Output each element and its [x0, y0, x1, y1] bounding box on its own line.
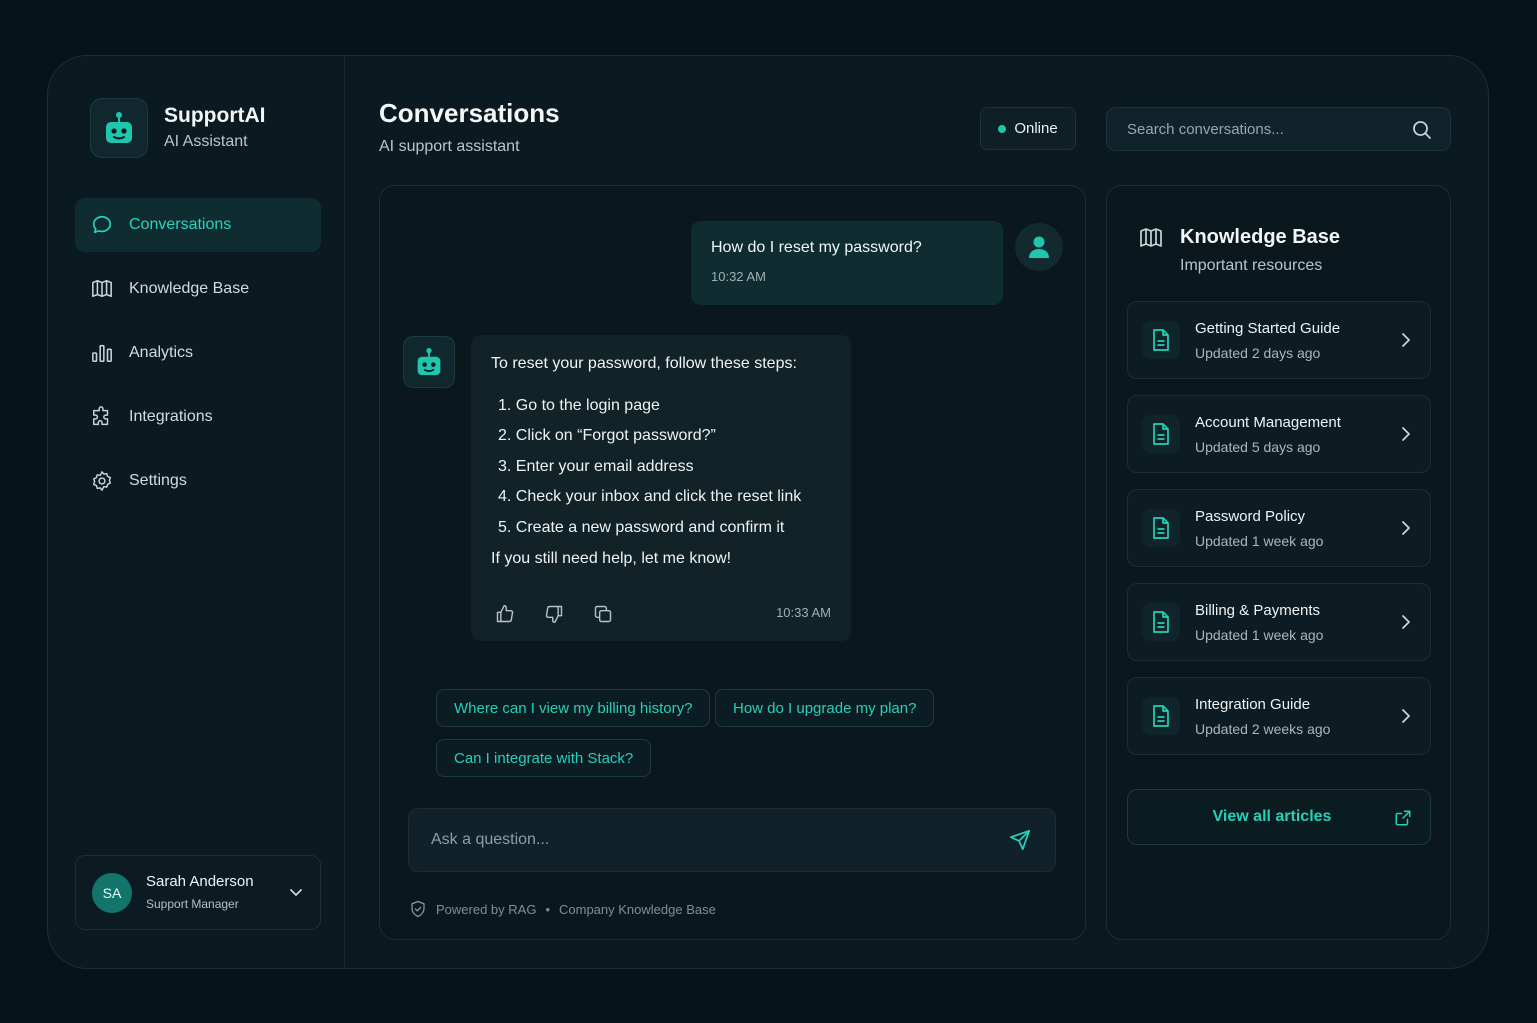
- sidebar-item-conversations[interactable]: Conversations: [75, 198, 321, 252]
- bar-chart-icon: [91, 342, 113, 364]
- source-text: Company Knowledge Base: [559, 901, 716, 917]
- kb-article-name: Integration Guide: [1195, 696, 1311, 713]
- suggestion-chip[interactable]: How do I upgrade my plan?: [715, 689, 935, 727]
- user-avatar-icon: [1015, 223, 1063, 271]
- document-icon: [1142, 415, 1180, 453]
- kb-subtitle: Important resources: [1180, 257, 1323, 274]
- kb-article-updated: Updated 1 week ago: [1195, 627, 1324, 643]
- step-item: 5. Create a new password and confirm it: [498, 518, 785, 536]
- steps-list: 1. Go to the login page 2. Click on “For…: [491, 396, 831, 538]
- user-name: Sarah Anderson: [146, 873, 254, 890]
- sidebar-item-label: Settings: [129, 472, 187, 489]
- page-subtitle: AI support assistant: [379, 138, 520, 155]
- search-input[interactable]: [1107, 108, 1450, 150]
- sidebar-item-integrations[interactable]: Integrations: [75, 390, 321, 444]
- document-icon: [1142, 321, 1180, 359]
- message-actions: [494, 603, 641, 625]
- powered-by-note: Powered by RAG • Company Knowledge Base: [409, 900, 716, 918]
- kb-article-item[interactable]: Password Policy Updated 1 week ago: [1127, 489, 1431, 567]
- brand-name: SupportAI: [164, 104, 266, 127]
- kb-article-name: Account Management: [1195, 414, 1341, 431]
- thumbs-down-icon[interactable]: [543, 603, 565, 625]
- brand-subtitle: AI Assistant: [164, 133, 248, 150]
- sidebar-item-settings[interactable]: Settings: [75, 454, 321, 508]
- suggestion-chip[interactable]: Where can I view my billing history?: [436, 689, 711, 727]
- kb-article-updated: Updated 1 week ago: [1195, 533, 1324, 549]
- user-profile-card[interactable]: SA Sarah Anderson Support Manager: [75, 855, 321, 930]
- kb-article-name: Billing & Payments: [1195, 602, 1321, 619]
- kb-article-item[interactable]: Integration Guide Updated 2 weeks ago: [1127, 677, 1431, 755]
- status-label: Online: [1014, 120, 1058, 137]
- document-icon: [1142, 603, 1180, 641]
- sidebar-item-label: Conversations: [129, 216, 232, 233]
- chevron-right-icon: [1398, 708, 1412, 729]
- user-message-time: 10:32 AM: [711, 269, 766, 284]
- app-window: SupportAI AI Assistant Conversations Kno…: [47, 55, 1489, 969]
- external-link-icon: [1394, 809, 1412, 832]
- bot-message-outro: If you still need help, let me know!: [491, 549, 732, 567]
- kb-article-item[interactable]: Billing & Payments Updated 1 week ago: [1127, 583, 1431, 661]
- book-icon: [1139, 226, 1163, 255]
- powered-by-text: Powered by RAG: [436, 901, 537, 917]
- document-icon: [1142, 509, 1180, 547]
- sidebar: SupportAI AI Assistant Conversations Kno…: [48, 56, 345, 968]
- puzzle-icon: [91, 406, 113, 428]
- chevron-right-icon: [1398, 520, 1412, 541]
- kb-article-updated: Updated 5 days ago: [1195, 439, 1321, 455]
- kb-article-updated: Updated 2 weeks ago: [1195, 721, 1331, 737]
- thumbs-up-icon[interactable]: [494, 603, 516, 625]
- shield-icon: [409, 900, 427, 918]
- ask-box: [408, 808, 1056, 872]
- chat-panel: How do I reset my password? 10:32 AM To …: [379, 185, 1086, 940]
- user-message: How do I reset my password? 10:32 AM: [691, 221, 1003, 305]
- bot-avatar-icon: [403, 336, 455, 388]
- document-icon: [1142, 697, 1180, 735]
- separator: •: [545, 901, 550, 917]
- kb-title: Knowledge Base: [1180, 226, 1341, 248]
- knowledge-base-panel: Knowledge Base Important resources Getti…: [1106, 185, 1451, 940]
- kb-article-item[interactable]: Getting Started Guide Updated 2 days ago: [1127, 301, 1431, 379]
- sidebar-nav: Conversations Knowledge Base Analytics I…: [75, 198, 321, 518]
- page-title: Conversations: [379, 98, 560, 128]
- chevron-right-icon: [1398, 426, 1412, 447]
- user-role: Support Manager: [146, 897, 239, 911]
- chevron-right-icon: [1398, 614, 1412, 635]
- kb-article-item[interactable]: Account Management Updated 5 days ago: [1127, 395, 1431, 473]
- gear-icon: [91, 470, 113, 492]
- sidebar-item-knowledge-base[interactable]: Knowledge Base: [75, 262, 321, 316]
- robot-logo-icon: [90, 98, 148, 158]
- user-message-text: How do I reset my password?: [711, 239, 922, 256]
- search-box: [1106, 107, 1451, 151]
- suggestion-chip[interactable]: Can I integrate with Stack?: [436, 739, 652, 777]
- step-item: 4. Check your inbox and click the reset …: [498, 488, 802, 506]
- copy-icon[interactable]: [592, 603, 614, 625]
- step-item: 2. Click on “Forgot password?”: [498, 427, 716, 445]
- status-badge: Online: [980, 107, 1076, 150]
- chevron-down-icon[interactable]: [288, 884, 304, 905]
- step-item: 3. Enter your email address: [498, 457, 694, 475]
- bot-message-intro: To reset your password, follow these ste…: [491, 355, 797, 372]
- search-icon[interactable]: [1412, 120, 1432, 145]
- avatar: SA: [92, 872, 132, 913]
- step-item: 1. Go to the login page: [498, 397, 660, 414]
- view-all-articles-button[interactable]: View all articles: [1127, 789, 1431, 845]
- question-input[interactable]: [409, 809, 1055, 871]
- chat-bubble-icon: [91, 214, 113, 236]
- sidebar-item-analytics[interactable]: Analytics: [75, 326, 321, 380]
- bot-message-time: 10:33 AM: [776, 605, 831, 620]
- sidebar-item-label: Analytics: [129, 344, 194, 361]
- kb-article-updated: Updated 2 days ago: [1195, 345, 1321, 361]
- online-dot-icon: [998, 124, 1007, 133]
- bot-message: To reset your password, follow these ste…: [471, 335, 851, 641]
- chevron-right-icon: [1398, 332, 1412, 353]
- kb-article-name: Getting Started Guide: [1195, 320, 1341, 337]
- sidebar-item-label: Integrations: [129, 408, 213, 425]
- view-all-label: View all articles: [1212, 808, 1332, 825]
- send-icon[interactable]: [1009, 829, 1031, 856]
- brand: SupportAI AI Assistant: [90, 98, 265, 158]
- kb-article-name: Password Policy: [1195, 508, 1306, 525]
- sidebar-item-label: Knowledge Base: [129, 280, 250, 297]
- book-icon: [91, 278, 113, 300]
